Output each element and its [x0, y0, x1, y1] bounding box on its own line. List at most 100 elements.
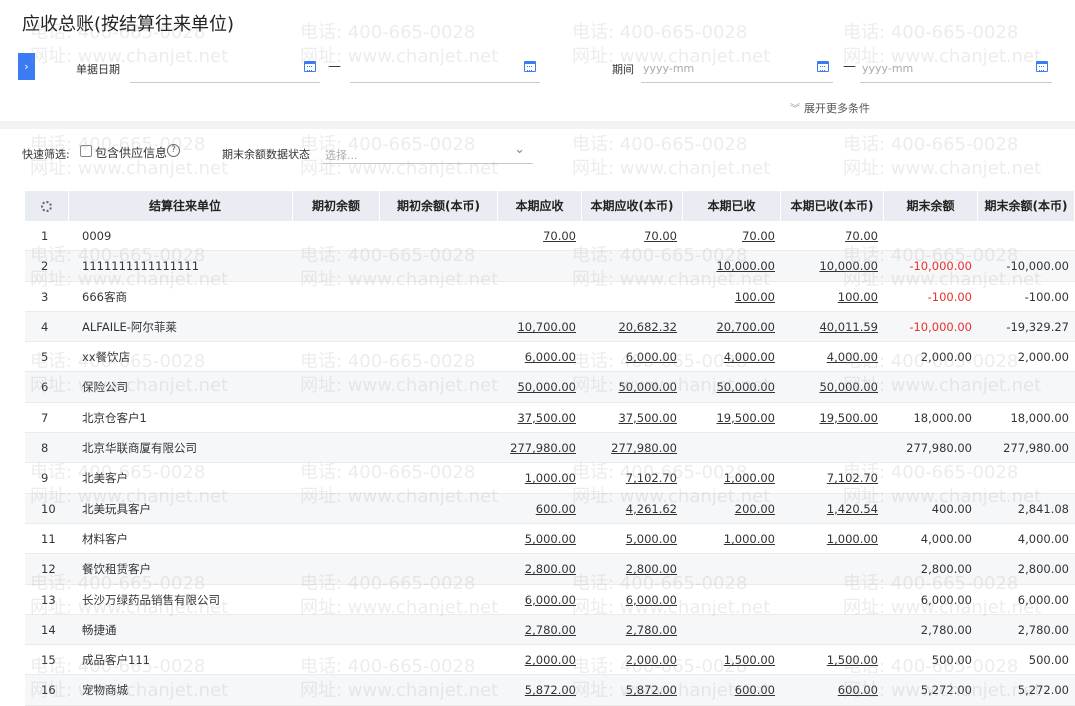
cell-current-receivable-lc[interactable]: 5,000.00: [582, 524, 683, 554]
chevron-right-icon[interactable]: ›: [18, 53, 35, 80]
cell-current-received[interactable]: 50,000.00: [683, 372, 781, 402]
cell-current-receivable[interactable]: 5,872.00: [498, 675, 582, 705]
cell-current-receivable-lc[interactable]: 5,872.00: [582, 675, 683, 705]
help-icon[interactable]: ?: [167, 144, 180, 157]
cell-current-receivable[interactable]: 70.00: [498, 221, 582, 251]
table-row[interactable]: 5 xx餐饮店 6,000.00 6,000.00 4,000.00 4,000.00 2,…: [25, 342, 1075, 373]
cell-current-received-lc[interactable]: 1,420.54: [781, 494, 884, 524]
cell-settings: 2: [41, 259, 49, 274]
table-row[interactable]: 7 北京仓客户1 37,500.00 37,500.00 19,500.00 19,500…: [25, 403, 1075, 434]
cell-current-receivable-lc[interactable]: 4,261.62: [582, 494, 683, 524]
cell-current-received-lc[interactable]: 1,500.00: [781, 645, 884, 675]
cell-current-received[interactable]: 100.00: [683, 282, 781, 312]
doc-date-from-input[interactable]: [130, 53, 320, 83]
cell-ending-balance: -10,000.00: [909, 319, 972, 334]
cell-current-receivable[interactable]: 37,500.00: [498, 403, 582, 433]
cell-opening-balance-lc: [380, 221, 498, 251]
cell-current-received-lc[interactable]: 19,500.00: [781, 403, 884, 433]
cell-current-receivable[interactable]: 50,000.00: [498, 372, 582, 402]
cell-current-received-lc[interactable]: 100.00: [781, 282, 884, 312]
calendar-icon[interactable]: [1036, 61, 1048, 72]
period-from-input[interactable]: yyyy-mm: [641, 53, 833, 83]
table-row[interactable]: 13 长沙万绿药品销售有限公司 6,000.00 6,000.00 6,000.00 6,…: [25, 585, 1075, 615]
expand-more-button[interactable]: ︾ 展开更多条件: [790, 100, 870, 116]
cell-current-received[interactable]: 200.00: [683, 494, 781, 524]
calendar-icon[interactable]: [304, 61, 316, 72]
cell-current-receivable-lc[interactable]: 7,102.70: [582, 463, 683, 493]
table-row[interactable]: 9 北美客户 1,000.00 7,102.70 1,000.00 7,102.70: [25, 463, 1075, 494]
cell-current-received[interactable]: 19,500.00: [683, 403, 781, 433]
cell-current-receivable-lc[interactable]: 2,000.00: [582, 645, 683, 675]
table-row[interactable]: 15 成品客户111 2,000.00 2,000.00 1,500.00 1,500.0…: [25, 645, 1075, 676]
cell-opening-balance: [293, 251, 380, 281]
cell-current-receivable-lc[interactable]: 2,780.00: [582, 615, 683, 645]
cell-current-receivable[interactable]: 6,000.00: [498, 585, 582, 615]
range-dash: —: [843, 59, 856, 74]
cell-current-receivable-lc[interactable]: 50,000.00: [582, 372, 683, 402]
cell-current-received-lc[interactable]: 600.00: [781, 675, 884, 705]
cell-current-receivable[interactable]: 2,000.00: [498, 645, 582, 675]
doc-date-to-input[interactable]: [350, 53, 540, 83]
calendar-icon[interactable]: [817, 61, 829, 72]
gear-icon[interactable]: [41, 201, 52, 212]
end-balance-status-select[interactable]: 选择... ⌄: [323, 142, 533, 164]
cell-current-received-lc[interactable]: 1,000.00: [781, 524, 884, 554]
include-supplier-checkbox[interactable]: [80, 145, 92, 157]
table-row[interactable]: 10 北美玩具客户 600.00 4,261.62 200.00 1,420.54 400.…: [25, 493, 1075, 524]
cell-current-received[interactable]: 1,000.00: [683, 463, 781, 493]
period-to-input[interactable]: yyyy-mm: [860, 53, 1052, 83]
table-row[interactable]: 1 0009 70.00 70.00 70.00 70.00: [25, 221, 1075, 252]
cell-ending-balance: 6,000.00: [920, 592, 972, 607]
cell-current-receivable-lc[interactable]: 37,500.00: [582, 403, 683, 433]
cell-settings: 12: [41, 562, 56, 577]
cell-current-receivable-lc[interactable]: 70.00: [582, 221, 683, 251]
cell-current-received-lc: [781, 585, 884, 615]
cell-current-receivable[interactable]: 5,000.00: [498, 524, 582, 554]
cell-current-received-lc[interactable]: 4,000.00: [781, 342, 884, 372]
calendar-icon[interactable]: [524, 61, 536, 72]
cell-current-received[interactable]: 600.00: [683, 675, 781, 705]
cell-opening-balance-lc: [380, 312, 498, 342]
cell-current-receivable[interactable]: 600.00: [498, 494, 582, 524]
cell-current-receivable[interactable]: 2,800.00: [498, 554, 582, 584]
cell-current-receivable[interactable]: 10,700.00: [498, 312, 582, 342]
cell-current-receivable-lc[interactable]: 6,000.00: [582, 585, 683, 615]
cell-current-receivable-lc[interactable]: 20,682.32: [582, 312, 683, 342]
cell-current-received[interactable]: 10,000.00: [683, 251, 781, 281]
cell-current-received[interactable]: 20,700.00: [683, 312, 781, 342]
cell-current-receivable[interactable]: 277,980.00: [498, 433, 582, 463]
include-supplier-label[interactable]: 包含供应信息: [95, 144, 167, 161]
table-row[interactable]: 4 ALFAILE-阿尔菲莱 10,700.00 20,682.32 20,700.00…: [25, 311, 1075, 343]
table-row[interactable]: 11 材料客户 5,000.00 5,000.00 1,000.00 1,000.00 4,…: [25, 524, 1075, 555]
cell-current-received[interactable]: 70.00: [683, 221, 781, 251]
table-row[interactable]: 6 保险公司 50,000.00 50,000.00 50,000.00 50,000.0…: [25, 372, 1075, 403]
cell-current-received-lc[interactable]: 50,000.00: [781, 372, 884, 402]
table-row[interactable]: 14 畅捷通 2,780.00 2,780.00 2,780.00 2,780.00: [25, 614, 1075, 646]
column-header-opening-balance: 期初余额: [293, 191, 380, 221]
table-row[interactable]: 12 餐饮租赁客户 2,800.00 2,800.00 2,800.00 2,800.00: [25, 554, 1075, 585]
cell-unit-name: ALFAILE-阿尔菲莱: [82, 319, 177, 334]
table-row[interactable]: 3 666客商 100.00 100.00 -100.00 -100.00: [25, 282, 1075, 312]
cell-current-received-lc[interactable]: 40,011.59: [781, 312, 884, 342]
column-settings-button[interactable]: [25, 191, 69, 221]
cell-current-received-lc[interactable]: 70.00: [781, 221, 884, 251]
cell-unit-name: 北京仓客户1: [82, 410, 147, 425]
cell-current-receivable-lc[interactable]: 2,800.00: [582, 554, 683, 584]
cell-current-receivable[interactable]: 6,000.00: [498, 342, 582, 372]
cell-opening-balance: [293, 312, 380, 342]
cell-current-receivable[interactable]: 1,000.00: [498, 463, 582, 493]
cell-current-received[interactable]: 4,000.00: [683, 342, 781, 372]
cell-current-received[interactable]: 1,000.00: [683, 524, 781, 554]
table-row[interactable]: 8 北京华联商厦有限公司 277,980.00 277,980.00 277,980.0…: [25, 433, 1075, 464]
quick-filter-row: 快速筛选: 包含供应信息 ? 期末余额数据状态 选择... ⌄: [0, 142, 1075, 164]
table-row[interactable]: 2 1111111111111111 10,000.00 10,000.00 -10,0…: [25, 251, 1075, 282]
cell-opening-balance: [293, 221, 380, 251]
cell-current-received-lc[interactable]: 7,102.70: [781, 463, 884, 493]
cell-current-receivable-lc[interactable]: 6,000.00: [582, 342, 683, 372]
cell-current-receivable-lc[interactable]: 277,980.00: [582, 433, 683, 463]
cell-current-receivable[interactable]: 2,780.00: [498, 615, 582, 645]
cell-opening-balance: [293, 645, 380, 675]
cell-current-received[interactable]: 1,500.00: [683, 645, 781, 675]
table-row[interactable]: 16 宠物商城 5,872.00 5,872.00 600.00 600.00 5,272.…: [25, 675, 1075, 706]
cell-current-received-lc[interactable]: 10,000.00: [781, 251, 884, 281]
